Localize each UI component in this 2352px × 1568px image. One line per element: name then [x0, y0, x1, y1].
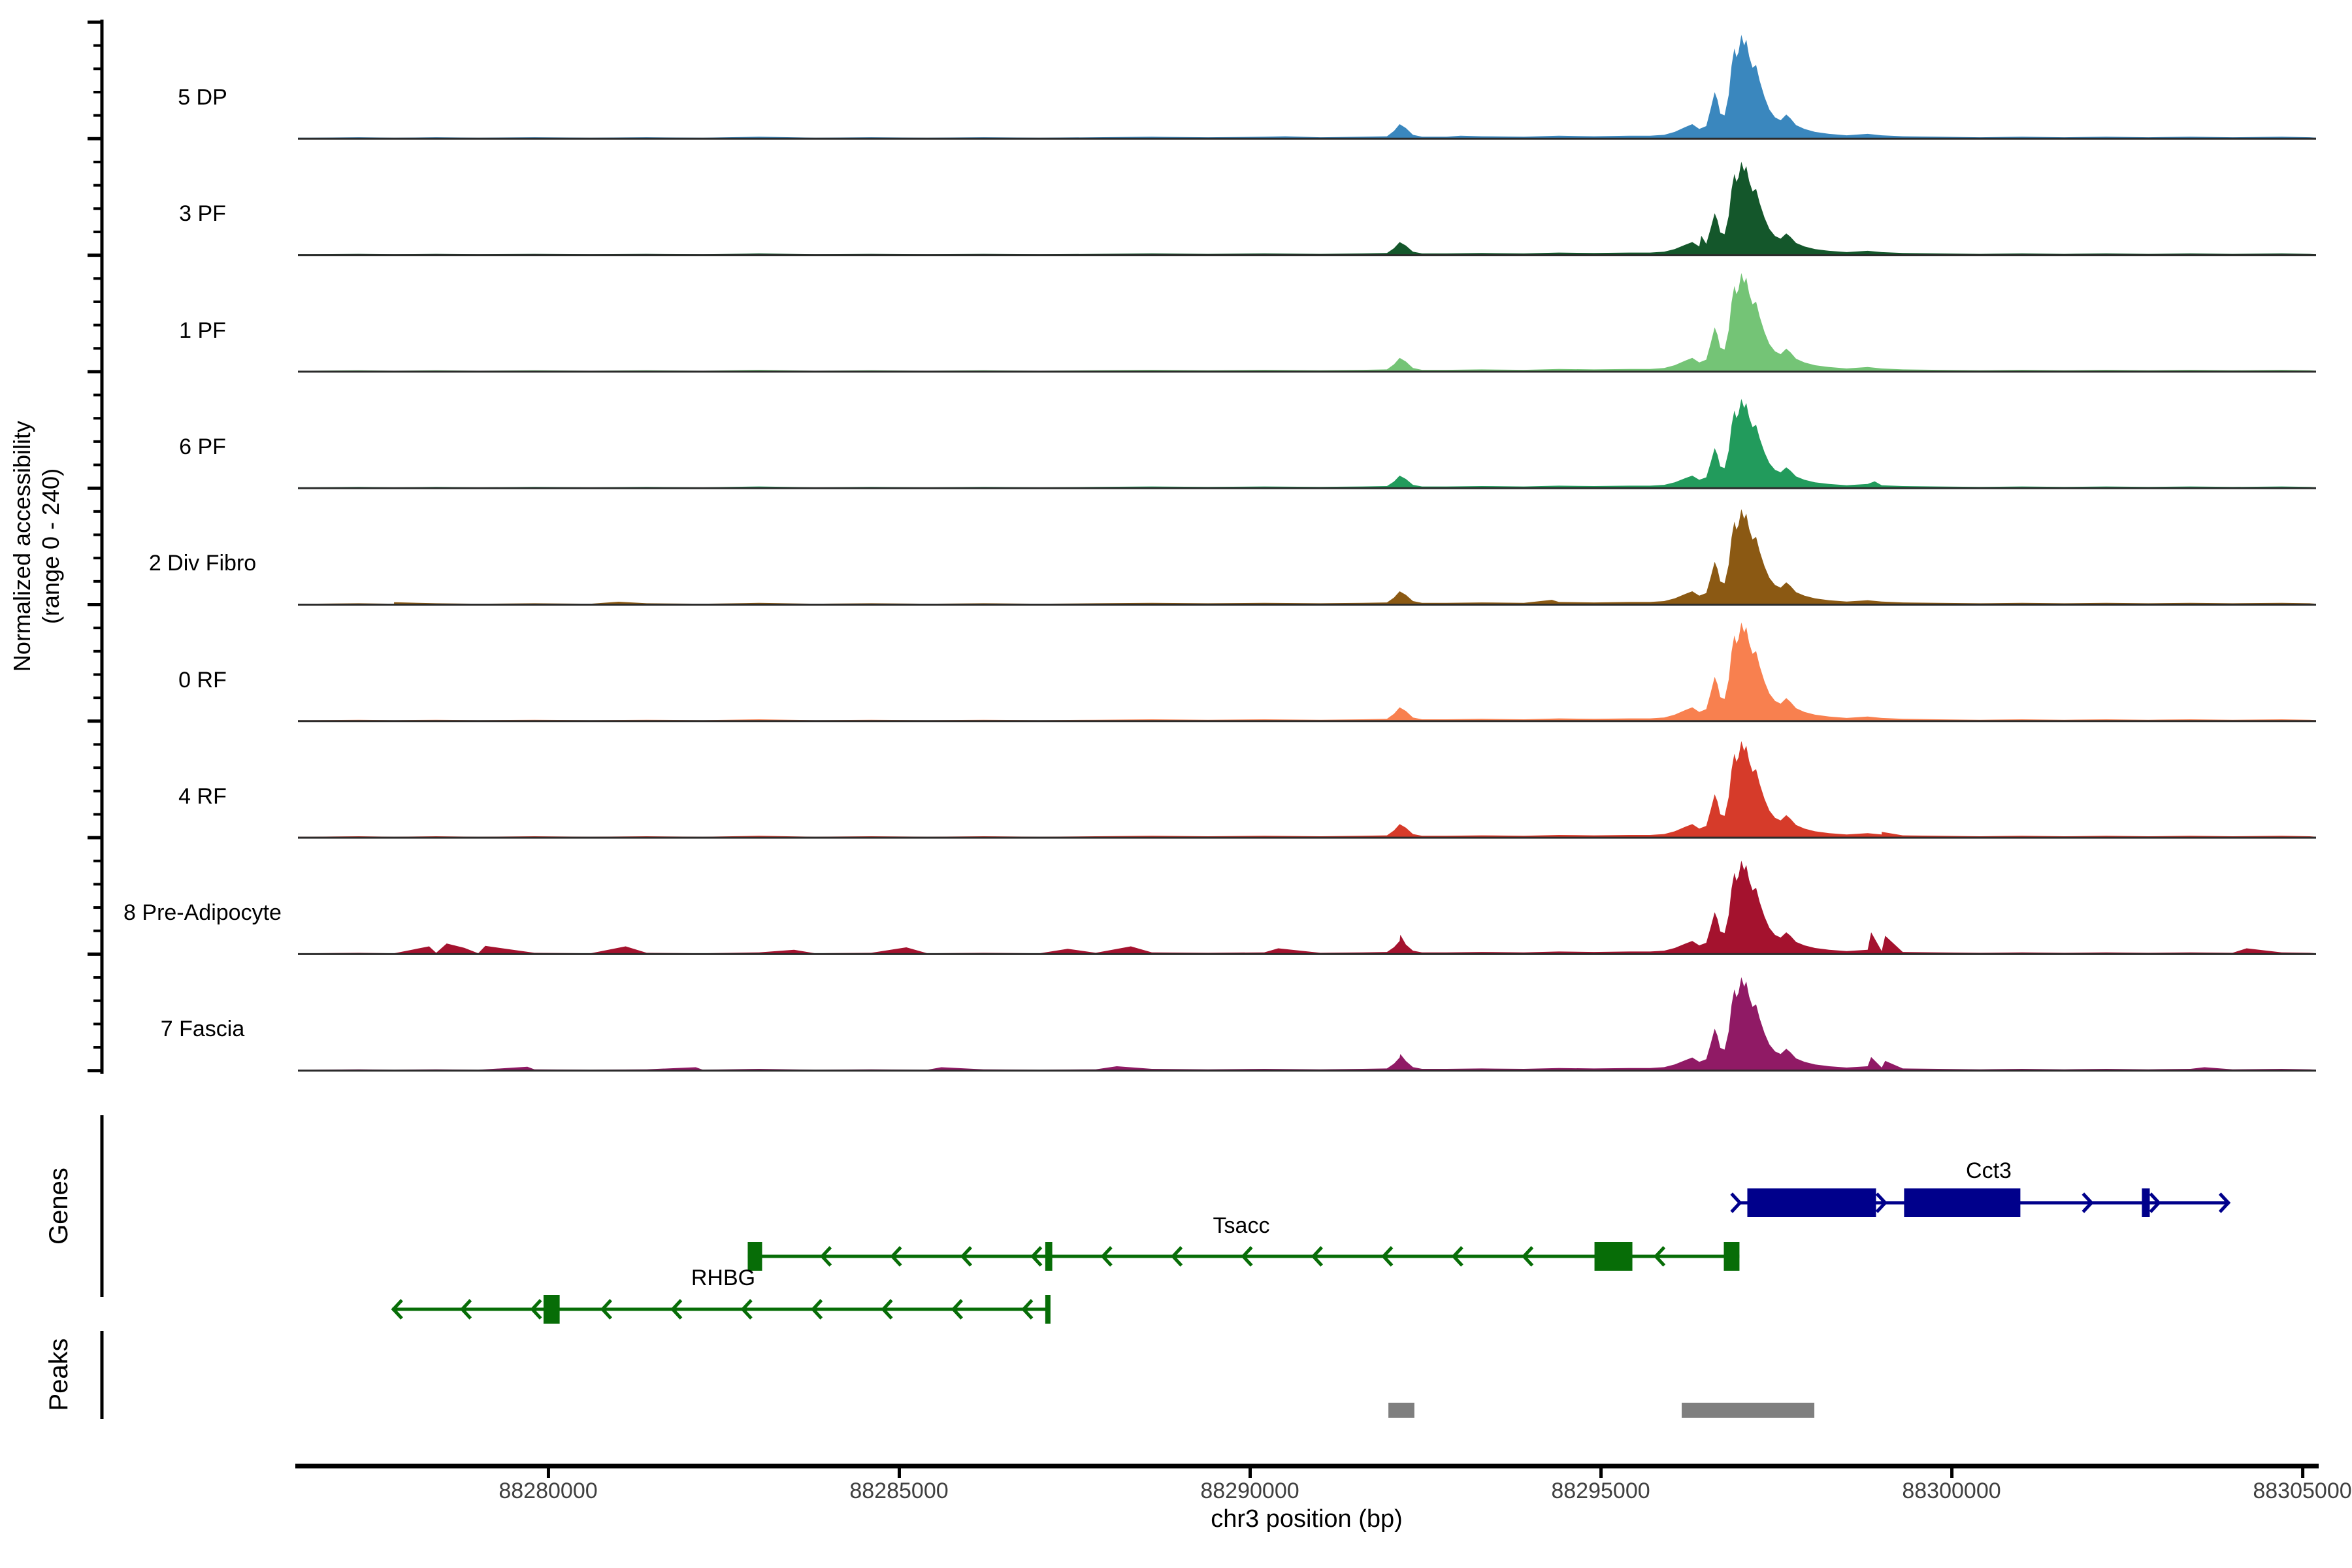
track-label-1-pf: 1 PF [78, 318, 327, 344]
x-tick-label-88305000: 88305000 [2204, 1478, 2352, 1504]
x-tick-label-88285000: 88285000 [801, 1478, 997, 1504]
gene-cct3-exon [1904, 1188, 2020, 1217]
coverage-track-6-pf [298, 399, 2316, 489]
y-axis-label-line1: Normalized accessibility [8, 252, 37, 840]
track-label-8-pre-adipocyte: 8 Pre-Adipocyte [78, 900, 327, 926]
track-label-7-fascia: 7 Fascia [78, 1016, 327, 1042]
x-tick-label-88295000: 88295000 [1503, 1478, 1699, 1504]
coverage-track-2-div-fibro [298, 509, 2316, 604]
gene-rhbg-exon [544, 1295, 560, 1324]
track-label-3-pf: 3 PF [78, 201, 327, 227]
genes-section-label: Genes [43, 1108, 74, 1304]
x-tick-label-88290000: 88290000 [1152, 1478, 1348, 1504]
gene-tsacc-exon [1595, 1242, 1633, 1271]
coverage-track-4-rf [298, 741, 2316, 838]
track-label-4-rf: 4 RF [78, 783, 327, 809]
x-tick-label-88280000: 88280000 [450, 1478, 646, 1504]
coverage-track-7-fascia [298, 977, 2316, 1071]
coverage-track-8-pre-adipocyte [298, 860, 2316, 954]
gene-label-tsacc: Tsacc [1143, 1213, 1339, 1239]
track-label-5-dp: 5 DP [78, 84, 327, 110]
coverage-track-5-dp [298, 35, 2316, 139]
y-axis-label-line2: (range 0 - 240) [37, 252, 65, 840]
peaks-section-label: Peaks [43, 1277, 74, 1473]
track-label-6-pf: 6 PF [78, 434, 327, 460]
gene-cct3-exon [1747, 1188, 1876, 1217]
gene-tsacc-exon [1723, 1242, 1739, 1271]
gene-cct3-exon [2142, 1188, 2149, 1217]
coverage-track-0-rf [298, 623, 2316, 721]
track-label-2-div-fibro: 2 Div Fibro [78, 550, 327, 576]
peak-region [1388, 1403, 1414, 1418]
coverage-plot-figure: Normalized accessibility (range 0 - 240)… [0, 0, 2352, 1568]
gene-label-cct3: Cct3 [1891, 1158, 2087, 1184]
x-axis-title: chr3 position (bp) [1111, 1505, 1503, 1533]
genome-browser-canvas [0, 0, 2352, 1568]
x-tick-label-88300000: 88300000 [1854, 1478, 2050, 1504]
coverage-track-3-pf [298, 162, 2316, 255]
peak-region [1682, 1403, 1814, 1418]
strand-arrow-icon [1731, 1194, 1740, 1212]
y-axis-label: Normalized accessibility (range 0 - 240) [8, 252, 67, 840]
gene-rhbg-exon [1045, 1295, 1051, 1324]
gene-tsacc-exon [1045, 1242, 1053, 1271]
gene-label-rhbg: RHBG [625, 1265, 821, 1291]
track-label-0-rf: 0 RF [78, 667, 327, 693]
coverage-track-1-pf [298, 273, 2316, 372]
